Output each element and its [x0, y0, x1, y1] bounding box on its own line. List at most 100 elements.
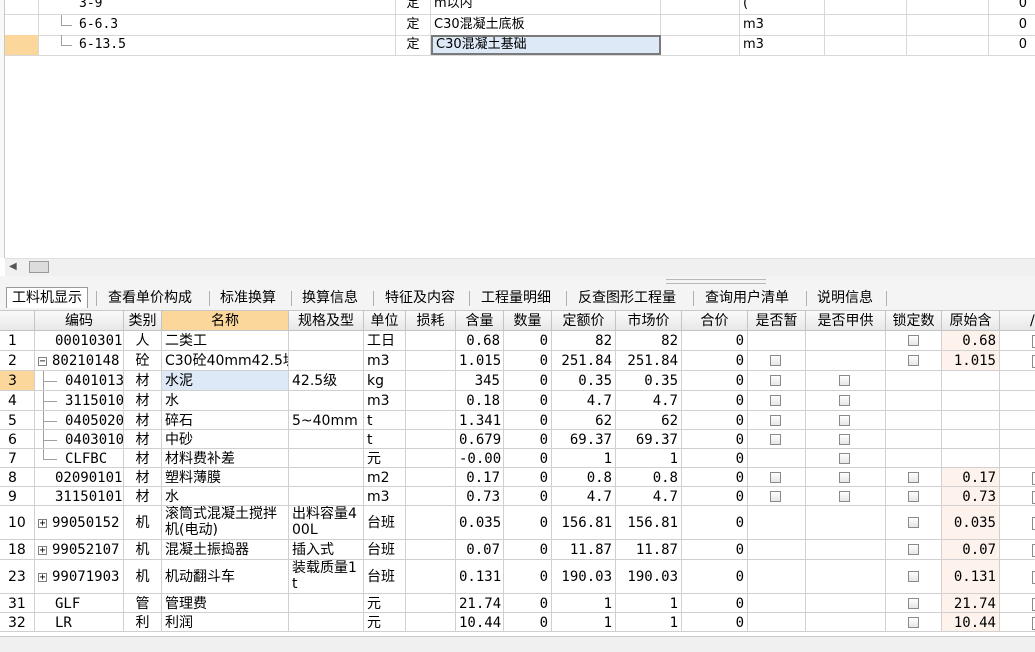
cell-total[interactable]: 0 — [682, 449, 748, 468]
table-row[interactable]: 1 00010301 人二类工 工日 0.68 0 82 82 0 0.68 — [0, 331, 1035, 351]
cell-more[interactable] — [1000, 351, 1035, 371]
cell-name[interactable]: 管理费 — [162, 594, 289, 613]
cell-mkt[interactable]: 1 — [616, 449, 682, 468]
cell-lock[interactable] — [886, 430, 942, 449]
cell-unit[interactable]: kg — [364, 371, 406, 391]
cell-mkt[interactable]: 62 — [616, 411, 682, 430]
item-name-editor[interactable]: C30混凝土基础 — [431, 35, 661, 55]
table-row[interactable]: 18 +99052107 机混凝土振捣器 插入式 台班 0.07 0 11.87 11.87 0 0… — [0, 540, 1035, 560]
cell-zan[interactable] — [748, 560, 806, 594]
cell-price[interactable]: 190.03 — [552, 560, 616, 594]
collapse-icon[interactable]: − — [38, 356, 47, 366]
cell-orig[interactable] — [942, 371, 1000, 391]
cell-qty[interactable]: 0.68 — [456, 331, 504, 351]
cell-n[interactable]: 9 — [0, 487, 35, 506]
checkbox[interactable] — [839, 453, 850, 464]
cell-zan[interactable] — [748, 449, 806, 468]
cell-total[interactable]: 0 — [682, 594, 748, 613]
cell-n[interactable]: 32 — [0, 613, 35, 632]
row-header[interactable] — [5, 0, 39, 14]
top-row-selected[interactable]: 6-13.5 定 C30混凝土基础 m3 0 — [0, 35, 1035, 56]
cell-zan[interactable] — [748, 430, 806, 449]
cell-orig[interactable] — [942, 449, 1000, 468]
cell-code[interactable]: 0405020 — [35, 411, 124, 430]
cell-total[interactable]: 0 — [682, 560, 748, 594]
cell-n[interactable]: 5 — [0, 411, 35, 430]
cell-more[interactable] — [1000, 371, 1035, 391]
cell-zan[interactable] — [748, 411, 806, 430]
cell-qty[interactable]: -0.00 — [456, 449, 504, 468]
cell-code[interactable]: +99071903 — [35, 560, 124, 594]
cell-qty[interactable]: 0.035 — [456, 506, 504, 540]
cell-num[interactable]: 0 — [504, 468, 552, 487]
cell-lock[interactable] — [886, 613, 942, 632]
row-header[interactable] — [5, 35, 39, 55]
cell-more[interactable] — [1000, 613, 1035, 632]
cell-num[interactable]: 0 — [504, 594, 552, 613]
cell-num[interactable]: 0 — [504, 391, 552, 411]
cell-code[interactable]: 3115010 — [35, 391, 124, 411]
cell-zan[interactable] — [748, 613, 806, 632]
cell-cat[interactable]: 材 — [124, 391, 162, 411]
cell-unit[interactable]: 元 — [364, 613, 406, 632]
cell-spec[interactable] — [289, 613, 364, 632]
cell-n[interactable]: 4 — [0, 391, 35, 411]
cell-mkt[interactable]: 0.8 — [616, 468, 682, 487]
cell-price[interactable]: 1 — [552, 594, 616, 613]
col-header-quantity[interactable]: 数量 — [504, 311, 552, 331]
cell-qty[interactable]: 345 — [456, 371, 504, 391]
cell-loss[interactable] — [406, 468, 456, 487]
cell-name[interactable]: 水 — [162, 487, 289, 506]
table-row[interactable]: 3 0401013 材水泥 42.5级 kg 345 0 0.35 0.35 0 — [0, 371, 1035, 391]
tab-conversion-info[interactable]: 换算信息 — [297, 288, 363, 308]
cell-n[interactable]: 7 — [0, 449, 35, 468]
col-header-more[interactable]: / — [1000, 311, 1035, 331]
cell-cat[interactable]: 管 — [124, 594, 162, 613]
tab-quantity-detail[interactable]: 工程量明细 — [476, 288, 556, 308]
cell-cat[interactable]: 机 — [124, 506, 162, 540]
col-header-spec[interactable]: 规格及型 — [289, 311, 364, 331]
cell-price[interactable]: 62 — [552, 411, 616, 430]
col-header-total[interactable]: 合价 — [682, 311, 748, 331]
expand-icon[interactable]: + — [38, 518, 47, 528]
tab-unit-price[interactable]: 查看单价构成 — [103, 288, 197, 308]
cell-total[interactable]: 0 — [682, 430, 748, 449]
cell-num[interactable]: 0 — [504, 411, 552, 430]
pane-splitter[interactable] — [0, 276, 1035, 284]
cell-price[interactable]: 1 — [552, 449, 616, 468]
cell-qty[interactable]: 0.131 — [456, 560, 504, 594]
cell-loss[interactable] — [406, 411, 456, 430]
cell-lock[interactable] — [886, 449, 942, 468]
cell-jia[interactable] — [806, 487, 886, 506]
cell-zan[interactable] — [748, 468, 806, 487]
checkbox[interactable] — [908, 335, 919, 346]
cell-total[interactable]: 0 — [682, 468, 748, 487]
cell-total[interactable]: 0 — [682, 540, 748, 560]
checkbox[interactable] — [770, 434, 781, 445]
col-header-market-price[interactable]: 市场价 — [616, 311, 682, 331]
cell-num[interactable]: 0 — [504, 331, 552, 351]
horizontal-scrollbar[interactable]: ◀ — [5, 258, 1035, 277]
col-header-content[interactable]: 含量 — [456, 311, 504, 331]
cell-n[interactable]: 8 — [0, 468, 35, 487]
cell-unit[interactable]: 台班 — [364, 560, 406, 594]
cell-zan[interactable] — [748, 506, 806, 540]
cell-num[interactable]: 0 — [504, 540, 552, 560]
cell-more[interactable] — [1000, 411, 1035, 430]
cell-total[interactable]: 0 — [682, 411, 748, 430]
cell-loss[interactable] — [406, 613, 456, 632]
cell-lock[interactable] — [886, 560, 942, 594]
cell-lock[interactable] — [886, 391, 942, 411]
table-row[interactable]: 32 LR 利利润 元 10.44 0 1 1 0 10.44 — [0, 613, 1035, 632]
top-row[interactable]: 3-9 定 m以内 ( 0 — [0, 0, 1035, 15]
table-row[interactable]: 2 −80210148 砼 C30砼40mm42.5坍 m3 1.015 0 251.84 25… — [0, 351, 1035, 371]
cell-loss[interactable] — [406, 506, 456, 540]
cell-price[interactable]: 156.81 — [552, 506, 616, 540]
cell-cat[interactable]: 人 — [124, 331, 162, 351]
cell-spec[interactable]: 42.5级 — [289, 371, 364, 391]
cell-spec[interactable] — [289, 351, 364, 371]
cell-unit[interactable]: t — [364, 430, 406, 449]
cell-zan[interactable] — [748, 540, 806, 560]
cell-more[interactable] — [1000, 430, 1035, 449]
checkbox[interactable] — [908, 491, 919, 502]
